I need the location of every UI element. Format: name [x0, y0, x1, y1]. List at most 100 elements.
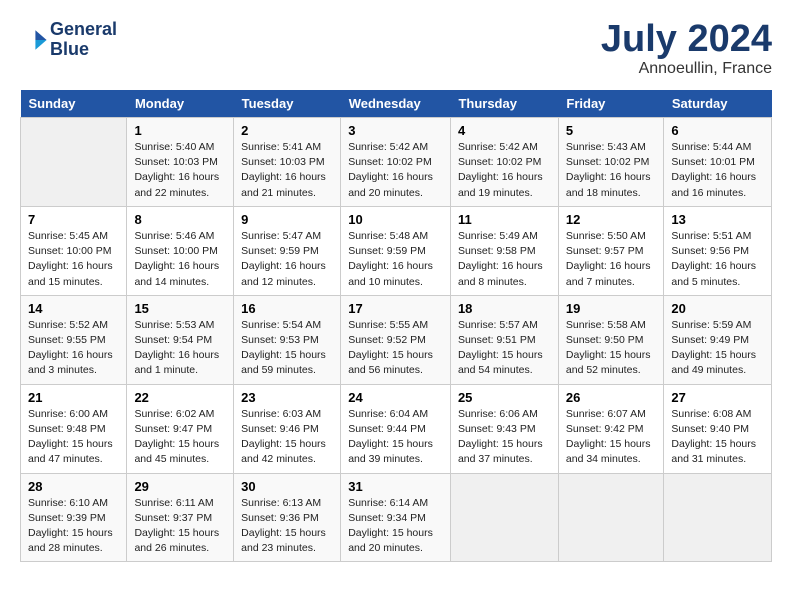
day-info: Sunrise: 6:02 AM Sunset: 9:47 PM Dayligh…	[134, 407, 226, 468]
col-thursday: Thursday	[450, 90, 558, 118]
location: Annoeullin, France	[601, 60, 772, 78]
logo-line2: Blue	[50, 40, 117, 60]
day-cell: 9 Sunrise: 5:47 AM Sunset: 9:59 PM Daylig…	[234, 206, 341, 295]
month-title: July 2024	[601, 20, 772, 58]
day-cell: 7 Sunrise: 5:45 AM Sunset: 10:00 PM Dayli…	[21, 206, 127, 295]
day-cell: 20 Sunrise: 5:59 AM Sunset: 9:49 PM Dayli…	[664, 295, 772, 384]
day-number: 8	[134, 212, 226, 227]
day-info: Sunrise: 6:06 AM Sunset: 9:43 PM Dayligh…	[458, 407, 551, 468]
header: General Blue July 2024 Annoeullin, Franc…	[20, 20, 772, 78]
day-info: Sunrise: 5:46 AM Sunset: 10:00 PM Daylig…	[134, 229, 226, 290]
day-info: Sunrise: 5:47 AM Sunset: 9:59 PM Dayligh…	[241, 229, 333, 290]
day-info: Sunrise: 5:42 AM Sunset: 10:02 PM Daylig…	[458, 140, 551, 201]
day-number: 4	[458, 123, 551, 138]
day-number: 23	[241, 390, 333, 405]
day-info: Sunrise: 6:10 AM Sunset: 9:39 PM Dayligh…	[28, 496, 119, 557]
day-number: 2	[241, 123, 333, 138]
day-info: Sunrise: 6:07 AM Sunset: 9:42 PM Dayligh…	[566, 407, 657, 468]
logo: General Blue	[20, 20, 117, 60]
day-number: 31	[348, 479, 443, 494]
day-info: Sunrise: 5:53 AM Sunset: 9:54 PM Dayligh…	[134, 318, 226, 379]
day-number: 19	[566, 301, 657, 316]
day-info: Sunrise: 6:03 AM Sunset: 9:46 PM Dayligh…	[241, 407, 333, 468]
day-cell: 1Sunrise: 5:40 AM Sunset: 10:03 PM Dayli…	[127, 118, 234, 207]
day-number: 7	[28, 212, 119, 227]
day-number: 27	[671, 390, 764, 405]
day-number: 18	[458, 301, 551, 316]
day-info: Sunrise: 5:42 AM Sunset: 10:02 PM Daylig…	[348, 140, 443, 201]
day-info: Sunrise: 5:49 AM Sunset: 9:58 PM Dayligh…	[458, 229, 551, 290]
day-cell: 22 Sunrise: 6:02 AM Sunset: 9:47 PM Dayli…	[127, 384, 234, 473]
day-number: 15	[134, 301, 226, 316]
day-info: Sunrise: 5:59 AM Sunset: 9:49 PM Dayligh…	[671, 318, 764, 379]
title-block: July 2024 Annoeullin, France	[601, 20, 772, 78]
week-row-1: 7 Sunrise: 5:45 AM Sunset: 10:00 PM Dayli…	[21, 206, 772, 295]
day-number: 21	[28, 390, 119, 405]
day-cell: 24Sunrise: 6:04 AM Sunset: 9:44 PM Dayli…	[341, 384, 451, 473]
day-cell: 6Sunrise: 5:44 AM Sunset: 10:01 PM Dayli…	[664, 118, 772, 207]
day-info: Sunrise: 5:55 AM Sunset: 9:52 PM Dayligh…	[348, 318, 443, 379]
week-row-2: 14Sunrise: 5:52 AM Sunset: 9:55 PM Dayli…	[21, 295, 772, 384]
day-number: 26	[566, 390, 657, 405]
day-cell: 12 Sunrise: 5:50 AM Sunset: 9:57 PM Dayli…	[558, 206, 664, 295]
day-cell: 5 Sunrise: 5:43 AM Sunset: 10:02 PM Dayli…	[558, 118, 664, 207]
day-info: Sunrise: 6:11 AM Sunset: 9:37 PM Dayligh…	[134, 496, 226, 557]
week-row-3: 21 Sunrise: 6:00 AM Sunset: 9:48 PM Dayli…	[21, 384, 772, 473]
day-cell: 27 Sunrise: 6:08 AM Sunset: 9:40 PM Dayli…	[664, 384, 772, 473]
col-tuesday: Tuesday	[234, 90, 341, 118]
day-number: 22	[134, 390, 226, 405]
day-number: 28	[28, 479, 119, 494]
day-cell: 11 Sunrise: 5:49 AM Sunset: 9:58 PM Dayli…	[450, 206, 558, 295]
day-cell: 18 Sunrise: 5:57 AM Sunset: 9:51 PM Dayli…	[450, 295, 558, 384]
day-info: Sunrise: 6:14 AM Sunset: 9:34 PM Dayligh…	[348, 496, 443, 557]
day-info: Sunrise: 6:13 AM Sunset: 9:36 PM Dayligh…	[241, 496, 333, 557]
col-sunday: Sunday	[21, 90, 127, 118]
day-number: 11	[458, 212, 551, 227]
day-cell: 25Sunrise: 6:06 AM Sunset: 9:43 PM Dayli…	[450, 384, 558, 473]
day-number: 9	[241, 212, 333, 227]
day-cell: 16 Sunrise: 5:54 AM Sunset: 9:53 PM Dayli…	[234, 295, 341, 384]
day-number: 20	[671, 301, 764, 316]
day-cell: 29 Sunrise: 6:11 AM Sunset: 9:37 PM Dayli…	[127, 473, 234, 562]
day-info: Sunrise: 5:51 AM Sunset: 9:56 PM Dayligh…	[671, 229, 764, 290]
col-friday: Friday	[558, 90, 664, 118]
day-info: Sunrise: 5:57 AM Sunset: 9:51 PM Dayligh…	[458, 318, 551, 379]
col-saturday: Saturday	[664, 90, 772, 118]
col-wednesday: Wednesday	[341, 90, 451, 118]
day-cell: 26 Sunrise: 6:07 AM Sunset: 9:42 PM Dayli…	[558, 384, 664, 473]
day-info: Sunrise: 5:52 AM Sunset: 9:55 PM Dayligh…	[28, 318, 119, 379]
day-number: 29	[134, 479, 226, 494]
week-row-4: 28 Sunrise: 6:10 AM Sunset: 9:39 PM Dayli…	[21, 473, 772, 562]
day-number: 6	[671, 123, 764, 138]
day-info: Sunrise: 6:08 AM Sunset: 9:40 PM Dayligh…	[671, 407, 764, 468]
day-number: 12	[566, 212, 657, 227]
col-monday: Monday	[127, 90, 234, 118]
day-info: Sunrise: 5:41 AM Sunset: 10:03 PM Daylig…	[241, 140, 333, 201]
day-info: Sunrise: 5:50 AM Sunset: 9:57 PM Dayligh…	[566, 229, 657, 290]
day-info: Sunrise: 5:54 AM Sunset: 9:53 PM Dayligh…	[241, 318, 333, 379]
day-cell	[558, 473, 664, 562]
day-cell: 23 Sunrise: 6:03 AM Sunset: 9:46 PM Dayli…	[234, 384, 341, 473]
day-cell: 4 Sunrise: 5:42 AM Sunset: 10:02 PM Dayli…	[450, 118, 558, 207]
day-cell: 17Sunrise: 5:55 AM Sunset: 9:52 PM Dayli…	[341, 295, 451, 384]
day-number: 3	[348, 123, 443, 138]
day-cell: 3 Sunrise: 5:42 AM Sunset: 10:02 PM Dayli…	[341, 118, 451, 207]
logo-line1: General	[50, 20, 117, 40]
day-info: Sunrise: 5:58 AM Sunset: 9:50 PM Dayligh…	[566, 318, 657, 379]
day-info: Sunrise: 5:43 AM Sunset: 10:02 PM Daylig…	[566, 140, 657, 201]
calendar-table: Sunday Monday Tuesday Wednesday Thursday…	[20, 90, 772, 562]
day-cell: 15 Sunrise: 5:53 AM Sunset: 9:54 PM Dayli…	[127, 295, 234, 384]
day-number: 16	[241, 301, 333, 316]
day-info: Sunrise: 6:00 AM Sunset: 9:48 PM Dayligh…	[28, 407, 119, 468]
day-number: 30	[241, 479, 333, 494]
day-number: 5	[566, 123, 657, 138]
day-cell	[664, 473, 772, 562]
day-cell: 28 Sunrise: 6:10 AM Sunset: 9:39 PM Dayli…	[21, 473, 127, 562]
page: General Blue July 2024 Annoeullin, Franc…	[0, 0, 792, 572]
day-info: Sunrise: 5:45 AM Sunset: 10:00 PM Daylig…	[28, 229, 119, 290]
day-cell: 14Sunrise: 5:52 AM Sunset: 9:55 PM Dayli…	[21, 295, 127, 384]
day-cell	[21, 118, 127, 207]
day-cell: 19 Sunrise: 5:58 AM Sunset: 9:50 PM Dayli…	[558, 295, 664, 384]
header-row: Sunday Monday Tuesday Wednesday Thursday…	[21, 90, 772, 118]
day-number: 10	[348, 212, 443, 227]
